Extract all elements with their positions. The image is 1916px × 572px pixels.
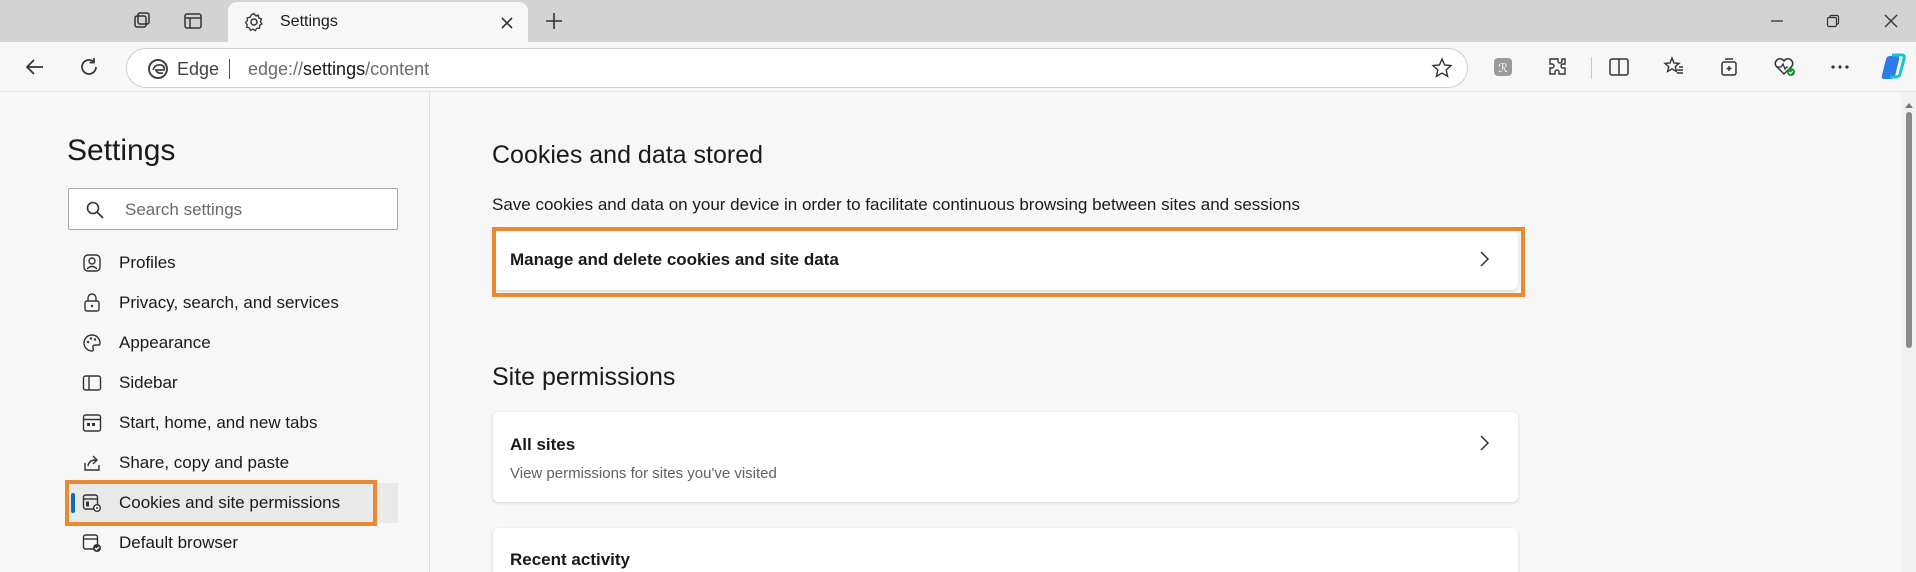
copilot-icon[interactable] — [1875, 50, 1911, 84]
lock-icon — [82, 293, 102, 313]
sidebar-item-label: Privacy, search, and services — [119, 293, 339, 312]
sidebar-item-label: Default browser — [119, 533, 239, 552]
svg-text:ℛ: ℛ — [1498, 61, 1508, 75]
edge-logo-icon — [147, 58, 169, 85]
new-tab-icon[interactable] — [536, 7, 572, 35]
sidebar-item-start-home[interactable]: Start, home, and new tabs — [68, 403, 398, 443]
sidebar-item-profiles[interactable]: Profiles — [68, 243, 398, 283]
all-sites-subtitle: View permissions for sites you've visite… — [510, 465, 777, 482]
extension-badge-icon[interactable]: ℛ — [1485, 50, 1521, 84]
toolbar: Edge edge://settings/content ℛ — [0, 42, 1916, 92]
home-tabs-icon — [82, 413, 102, 433]
sidebar-item-label: Sidebar — [119, 373, 178, 392]
cookies-heading: Cookies and data stored — [492, 141, 764, 169]
favorite-star-icon[interactable] — [1431, 57, 1453, 84]
minimize-icon[interactable] — [1754, 4, 1800, 38]
share-icon — [82, 453, 102, 473]
sidebar-item-appearance[interactable]: Appearance — [68, 323, 398, 363]
gear-icon — [244, 12, 264, 37]
search-icon — [85, 200, 105, 225]
profile-icon — [82, 253, 102, 273]
sidebar-item-label: Appearance — [119, 333, 211, 352]
tab-title: Settings — [280, 13, 338, 30]
close-tab-icon[interactable] — [496, 12, 518, 34]
sidebar-item-default-browser[interactable]: Default browser — [68, 523, 398, 563]
sidebar-icon — [82, 373, 102, 393]
extensions-icon[interactable] — [1540, 50, 1576, 84]
settings-content: Cookies and data stored Save cookies and… — [431, 92, 1901, 572]
sidebar-item-share[interactable]: Share, copy and paste — [68, 443, 398, 483]
close-window-icon[interactable] — [1868, 4, 1914, 38]
recent-activity-title: Recent activity — [510, 550, 630, 569]
refresh-icon[interactable] — [71, 50, 107, 84]
scrollbar-thumb[interactable] — [1906, 112, 1912, 348]
sidebar-item-sidebar[interactable]: Sidebar — [68, 363, 398, 403]
sidebar-item-privacy[interactable]: Privacy, search, and services — [68, 283, 398, 323]
split-screen-icon[interactable] — [1601, 50, 1637, 84]
more-options-icon[interactable] — [1822, 50, 1858, 84]
active-tab[interactable]: Settings — [228, 2, 528, 42]
search-settings-input[interactable]: Search settings — [68, 188, 398, 230]
highlight-box-sidebar — [65, 480, 377, 526]
settings-sidebar: Settings Search settings Profiles Privac… — [0, 92, 430, 572]
title-bar: Settings — [0, 0, 1916, 42]
address-separator — [229, 59, 230, 79]
chevron-right-icon — [1478, 434, 1490, 457]
browser-essentials-icon[interactable] — [1767, 50, 1803, 84]
settings-title: Settings — [67, 134, 176, 167]
favorites-icon[interactable] — [1656, 50, 1692, 84]
restore-icon[interactable] — [1810, 4, 1856, 38]
sidebar-item-label: Start, home, and new tabs — [119, 413, 318, 432]
default-browser-icon — [82, 533, 102, 553]
address-url[interactable]: edge://settings/content — [248, 59, 429, 80]
recent-activity-row[interactable]: Recent activity — [493, 528, 1518, 572]
back-icon[interactable] — [17, 50, 53, 84]
search-placeholder: Search settings — [125, 200, 243, 219]
address-site-label: Edge — [177, 59, 220, 79]
permissions-heading: Site permissions — [492, 363, 676, 391]
address-bar[interactable]: Edge edge://settings/content — [126, 48, 1468, 88]
sidebar-item-label: Profiles — [119, 253, 176, 272]
palette-icon — [82, 333, 102, 353]
workspaces-icon[interactable] — [124, 7, 160, 35]
collections-icon[interactable] — [1711, 50, 1747, 84]
all-sites-row[interactable]: All sites View permissions for sites you… — [493, 412, 1518, 502]
toolbar-divider — [1591, 57, 1592, 79]
highlight-box-manage-cookies — [492, 227, 1525, 297]
cookies-description: Save cookies and data on your device in … — [492, 195, 1300, 214]
vertical-tabs-icon[interactable] — [175, 7, 211, 35]
sidebar-item-label: Share, copy and paste — [119, 453, 290, 472]
all-sites-title: All sites — [510, 435, 576, 454]
